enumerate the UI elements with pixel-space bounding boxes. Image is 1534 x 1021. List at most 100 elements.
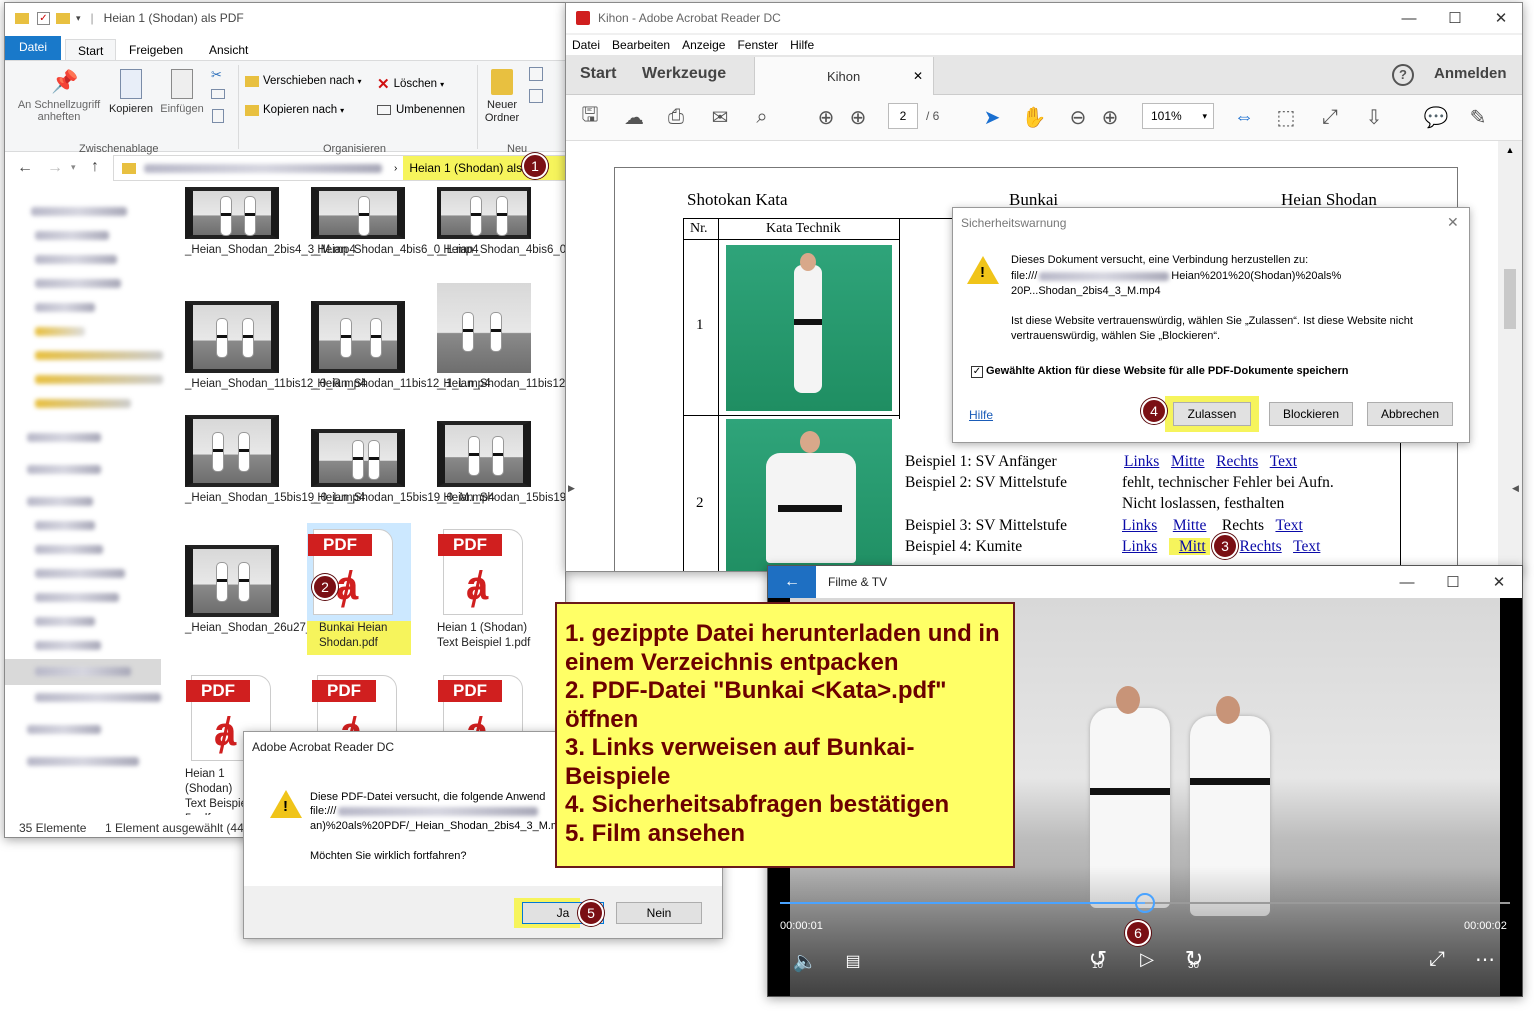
link-mitte[interactable]: Mitte xyxy=(1173,517,1207,534)
nav-item[interactable] xyxy=(35,351,163,360)
menu-fenster[interactable]: Fenster xyxy=(731,35,784,55)
file-tile[interactable]: _Heian_Shodan_15bis19_0_L.mp4 xyxy=(185,415,365,506)
copy-button[interactable]: Kopieren xyxy=(105,69,157,115)
file-tile[interactable]: _Heian_Shodan_11bis12_0_R.mp4 xyxy=(185,301,366,392)
rename-button[interactable]: Umbenennen xyxy=(377,104,465,116)
page-number-input[interactable]: 2 xyxy=(888,103,918,129)
forward-button[interactable]: → xyxy=(47,159,63,177)
right-panel-toggle[interactable]: ◀ xyxy=(1512,483,1519,494)
signin-button[interactable]: Anmelden xyxy=(1434,65,1507,82)
remember-checkbox[interactable]: ✓ xyxy=(971,366,983,378)
close-button[interactable]: ✕ xyxy=(1478,3,1522,33)
nav-item[interactable] xyxy=(35,375,163,384)
nav-item[interactable] xyxy=(27,497,145,506)
menu-bearbeiten[interactable]: Bearbeiten xyxy=(606,35,676,55)
upload-cloud-icon[interactable]: ☁ xyxy=(620,103,648,131)
file-tile[interactable]: _Heian_Shodan_11bis12_1_R.mp4 xyxy=(437,283,565,392)
close-button[interactable]: ✕ xyxy=(1476,566,1522,598)
nav-item[interactable] xyxy=(35,593,153,602)
link-links[interactable]: Links xyxy=(1122,517,1157,534)
nav-item[interactable] xyxy=(35,399,153,408)
allow-button[interactable]: Zulassen xyxy=(1173,402,1251,426)
zoom-select[interactable]: 101% ▾ xyxy=(1142,103,1214,129)
hand-tool-icon[interactable]: ✋ xyxy=(1020,103,1048,131)
nav-item[interactable] xyxy=(35,255,153,264)
maximize-button[interactable]: ☐ xyxy=(1432,3,1478,33)
file-tile[interactable]: _Heian_Shodan_2bis4_3_M.mp4 xyxy=(185,187,356,258)
minimize-button[interactable]: — xyxy=(1386,3,1432,33)
link-text[interactable]: Text xyxy=(1275,517,1302,534)
link-mitte[interactable]: Mitte xyxy=(1171,453,1205,470)
skip-back-icon[interactable]: ↺ 10 xyxy=(1082,942,1114,976)
zoom-out-icon[interactable]: ⊖ xyxy=(1064,103,1092,131)
move-to-button[interactable]: Verschieben nach ▾ xyxy=(245,75,361,87)
help-icon[interactable]: ? xyxy=(1392,64,1414,86)
ribbon-tab-file[interactable]: Datei xyxy=(5,36,62,60)
comment-icon[interactable]: 💬 xyxy=(1422,103,1450,131)
nav-item[interactable] xyxy=(35,303,153,312)
address-bar[interactable]: › Heian 1 (Shodan) als PDF xyxy=(113,155,565,181)
save-icon[interactable]: 🖫 xyxy=(576,103,604,131)
scroll-mode-icon[interactable]: ⇩ xyxy=(1360,103,1388,131)
nav-item[interactable] xyxy=(27,465,145,474)
properties-icon[interactable]: ✓ xyxy=(37,11,50,25)
link-rechts[interactable]: Rechts xyxy=(1240,538,1282,555)
next-page-icon[interactable]: ⊕ xyxy=(844,103,872,131)
pen-icon[interactable]: ✎ xyxy=(1464,103,1492,131)
fit-page-icon[interactable]: ⬚ xyxy=(1272,103,1300,131)
doc-tab[interactable]: Kihon ✕ xyxy=(754,57,934,95)
search-icon[interactable]: ⌕ xyxy=(748,103,776,131)
new-folder-quick-icon[interactable] xyxy=(56,12,70,24)
new-folder-button[interactable]: Neuer Ordner xyxy=(481,69,523,125)
back-button[interactable]: ← xyxy=(768,566,816,598)
pin-button[interactable]: 📌 An Schnellzugriff anheften xyxy=(11,69,107,123)
left-panel-toggle[interactable]: ▶ xyxy=(568,483,575,494)
nav-item[interactable] xyxy=(27,757,145,766)
select-cursor-icon[interactable]: ➤ xyxy=(978,103,1006,131)
skip-forward-icon[interactable]: ↻ 30 xyxy=(1178,942,1210,976)
nav-tools[interactable]: Werkzeuge xyxy=(642,65,726,83)
minimize-button[interactable]: — xyxy=(1384,566,1430,598)
print-icon[interactable]: ⎙ xyxy=(662,103,690,131)
paste-shortcut-icon[interactable] xyxy=(212,109,224,123)
file-tile[interactable]: _Heian_Shodan_26u27_0_R.mp4 xyxy=(185,545,359,636)
nav-item[interactable] xyxy=(27,433,145,442)
play-icon[interactable]: ▷ xyxy=(1132,944,1162,974)
file-tile[interactable]: _Heian_Shodan_11bis12_1_L.mp4 xyxy=(311,301,490,392)
nav-item[interactable] xyxy=(35,545,153,554)
nav-item[interactable] xyxy=(35,617,153,626)
back-button[interactable]: ← xyxy=(17,159,33,177)
easy-access-icon[interactable] xyxy=(529,89,543,103)
subtitles-icon[interactable]: ▤ xyxy=(838,946,868,976)
full-screen-icon[interactable]: ⤢ xyxy=(1316,103,1344,131)
vertical-scrollbar[interactable]: ▲ xyxy=(1498,141,1522,571)
no-button[interactable]: Nein xyxy=(616,902,702,924)
scroll-up-icon[interactable]: ▲ xyxy=(1498,145,1522,155)
scroll-thumb[interactable] xyxy=(1504,269,1516,329)
paste-button[interactable]: Einfügen xyxy=(155,69,209,115)
menu-datei[interactable]: Datei xyxy=(566,35,606,55)
file-tile[interactable]: _Heian_Shodan_4bis6_0_M.mp4 xyxy=(437,187,565,258)
ribbon-tab-start[interactable]: Start xyxy=(65,39,117,61)
nav-item[interactable] xyxy=(35,693,163,702)
maximize-button[interactable]: ☐ xyxy=(1430,566,1476,598)
cut-icon[interactable]: ✂ xyxy=(211,67,222,83)
seek-bar[interactable] xyxy=(780,893,1510,913)
file-tile[interactable]: _Heian_Shodan_4bis6_0_L.mp4 xyxy=(311,187,479,258)
link-rechts[interactable]: Rechts xyxy=(1216,453,1258,470)
email-icon[interactable]: ✉ xyxy=(706,103,734,131)
ribbon-tab-share[interactable]: Freigeben xyxy=(117,39,195,61)
link-text[interactable]: Text xyxy=(1270,453,1297,470)
block-button[interactable]: Blockieren xyxy=(1269,402,1353,426)
close-tab-icon[interactable]: ✕ xyxy=(913,69,923,83)
link-links[interactable]: Links xyxy=(1122,538,1157,555)
file-tile[interactable]: _Heian_Shodan_15bis19_0_R.mp4 xyxy=(437,421,565,506)
delete-button[interactable]: ✕ Löschen ▾ xyxy=(377,75,444,93)
fullscreen-icon[interactable]: ⤢ xyxy=(1422,944,1452,974)
help-link[interactable]: Hilfe xyxy=(969,408,993,422)
more-options-icon[interactable]: ⋯ xyxy=(1470,944,1500,974)
up-button[interactable]: ↑ xyxy=(91,158,99,176)
prev-page-icon[interactable]: ⊕ xyxy=(812,103,840,131)
file-tile[interactable]: PDF ⱥ Heian 1 (Shodan) Text Beispiel 1.pdf xyxy=(437,529,549,651)
menu-hilfe[interactable]: Hilfe xyxy=(784,35,820,55)
